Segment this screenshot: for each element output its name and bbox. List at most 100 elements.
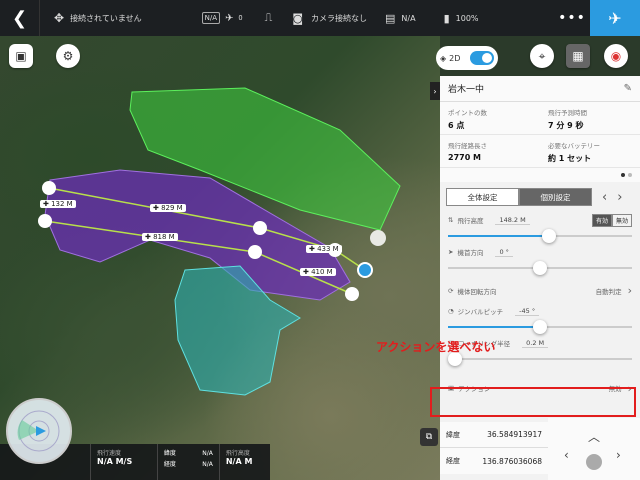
slider-knob[interactable] [533, 320, 547, 334]
airplane-icon: ✈ [608, 8, 622, 28]
rotation-icon: ⟳ [448, 286, 454, 295]
tab-individual-settings[interactable]: 個別設定 [519, 188, 592, 206]
compass-icon: ◉ [610, 49, 622, 63]
more-menu-button[interactable]: ••• [554, 0, 590, 36]
lat-value: N/A [202, 450, 213, 457]
slider-knob[interactable] [533, 261, 547, 275]
longitude-value[interactable]: 136.876036068 [482, 457, 542, 466]
camera-switch-button[interactable]: ⧉ [420, 428, 438, 446]
altitude-value[interactable]: 148.2 M [495, 216, 530, 225]
drone-icon: ✥ [54, 11, 65, 25]
mission-name: 岩木一中 [448, 85, 485, 95]
gimbal-icon: ◔ [448, 307, 454, 315]
back-button[interactable]: ❮ [0, 0, 40, 36]
waypoint[interactable] [38, 214, 52, 228]
mission-stats: ポイントの数 6 点 飛行予測時間 7 分 9 秒 飛行経路長さ 2770 M 必要な… [440, 102, 640, 168]
save-button[interactable]: ▣ [9, 44, 33, 68]
settings-tabs: 全体設定 個別設定 ‹ › [440, 182, 640, 212]
map-thumbnail-button[interactable]: ▦ [566, 44, 590, 68]
fly-button[interactable]: ✈ [590, 0, 640, 36]
chevron-right-icon: › [627, 284, 632, 297]
coordinate-box: 緯度 36.584913917 経度 136.876036068 [440, 422, 548, 474]
compass-icon [17, 410, 60, 452]
location-marker-icon[interactable] [370, 230, 386, 246]
altitude-row: ⇅ 飛行高度 148.2 M 有効 無効 [440, 212, 640, 228]
sd-card-icon: ▤ [385, 11, 396, 25]
panel-collapse-button[interactable]: › [430, 82, 440, 100]
stat-route-length: 飛行経路長さ 2770 M [440, 135, 540, 168]
gps-badge: N/A [201, 12, 220, 24]
heading-icon: ➤ [448, 248, 454, 256]
gimbal-slider[interactable] [448, 319, 632, 335]
rotation-row[interactable]: ⟳ 機体回転方向 自動判定 › [440, 276, 640, 303]
distance-label: ✚ 410 M [300, 268, 336, 276]
waypoint[interactable] [42, 181, 56, 195]
chevron-left-icon[interactable]: ‹ [602, 190, 607, 205]
camera-icon: ◙ [292, 11, 304, 25]
center-knob-icon[interactable] [586, 454, 602, 470]
connection-status: 接続されていません [70, 13, 142, 23]
satellite-count: 0 [238, 14, 243, 22]
2d-label: 2D [449, 53, 461, 63]
radius-value[interactable]: 0.2 M [522, 339, 549, 348]
chevron-up-icon[interactable]: ︿ [588, 428, 600, 445]
page-dot [621, 173, 625, 177]
battery-icon: ▮ [443, 11, 450, 25]
page-dot [628, 173, 632, 177]
camera-status: カメラ接続なし [311, 13, 368, 23]
tab-global-settings[interactable]: 全体設定 [446, 188, 519, 206]
altitude-slider[interactable] [448, 228, 632, 244]
start-point-icon[interactable] [357, 262, 373, 278]
latitude-value[interactable]: 36.584913917 [487, 430, 542, 439]
gear-icon: ⚙ [62, 49, 74, 63]
top-status-bar: ❮ ✥ 接続されていません N/A ✈ 0 ⎍ ◙ カメラ接続なし ▤ N/A … [0, 0, 640, 36]
chevron-left-icon[interactable]: ‹ [564, 448, 569, 462]
altitude-enable-toggle[interactable]: 有効 無効 [591, 214, 632, 227]
chevron-right-icon: › [433, 86, 437, 96]
chevron-right-icon[interactable]: › [616, 448, 621, 462]
stat-battery: 必要なバッテリー約 1 セット [540, 135, 640, 168]
waypoint[interactable] [253, 221, 267, 235]
2d-toggle[interactable]: ◈ 2D [436, 46, 498, 70]
save-icon: ▣ [15, 49, 27, 63]
heading-row: ➤ 機首方向 0 ° [440, 244, 640, 260]
heading-value[interactable]: 0 ° [495, 248, 513, 257]
remote-controller-icon: ⎍ [264, 11, 273, 24]
map-icon: ▦ [572, 49, 584, 63]
distance-label: ✚ 132 M [40, 200, 76, 208]
heading-slider[interactable] [448, 260, 632, 276]
compass-button[interactable]: ◉ [604, 44, 628, 68]
crosshair-icon: ⌖ [538, 48, 546, 63]
waypoint[interactable] [345, 287, 359, 301]
altitude-readout: N/A M [225, 457, 253, 466]
distance-label: ✚ 818 M [142, 233, 178, 241]
radar-compass[interactable] [6, 398, 72, 464]
edit-icon[interactable]: ✎ [624, 83, 632, 94]
speed-value: N/A M/S [97, 457, 133, 466]
stat-points: ポイントの数 6 点 [440, 102, 540, 135]
rotation-value: 自動判定 [595, 287, 622, 296]
annotation-highlight-box [430, 387, 636, 417]
slider-knob[interactable] [542, 229, 557, 243]
2d-switch[interactable] [470, 51, 494, 65]
battery-level: 100% [455, 13, 479, 23]
locate-button[interactable]: ⌖ [530, 44, 554, 68]
distance-label: ✚ 829 M [150, 204, 186, 212]
chevron-right-icon[interactable]: › [617, 190, 622, 205]
page-dots [440, 168, 640, 182]
annotation-text: アクションを選べない [376, 340, 496, 354]
camera-switch-icon: ⧉ [425, 432, 433, 442]
settings-button[interactable]: ⚙ [56, 44, 80, 68]
gimbal-value[interactable]: -45 ° [515, 307, 540, 316]
storage-status: N/A [401, 13, 416, 23]
waypoint-joystick[interactable]: ︿ ‹ › [548, 418, 640, 480]
layers-icon: ◈ [440, 53, 447, 63]
chevron-left-icon: ❮ [11, 7, 28, 29]
distance-label: ✚ 433 M [306, 245, 342, 253]
stat-flight-time: 飛行予測時間 7 分 9 秒 [540, 102, 640, 135]
waypoint[interactable] [248, 245, 262, 259]
lng-value: N/A [202, 461, 213, 468]
more-icon: ••• [558, 10, 586, 26]
gimbal-row: ◔ ジンバルピッチ -45 ° [440, 303, 640, 319]
satellite-icon: ✈ [224, 12, 234, 24]
